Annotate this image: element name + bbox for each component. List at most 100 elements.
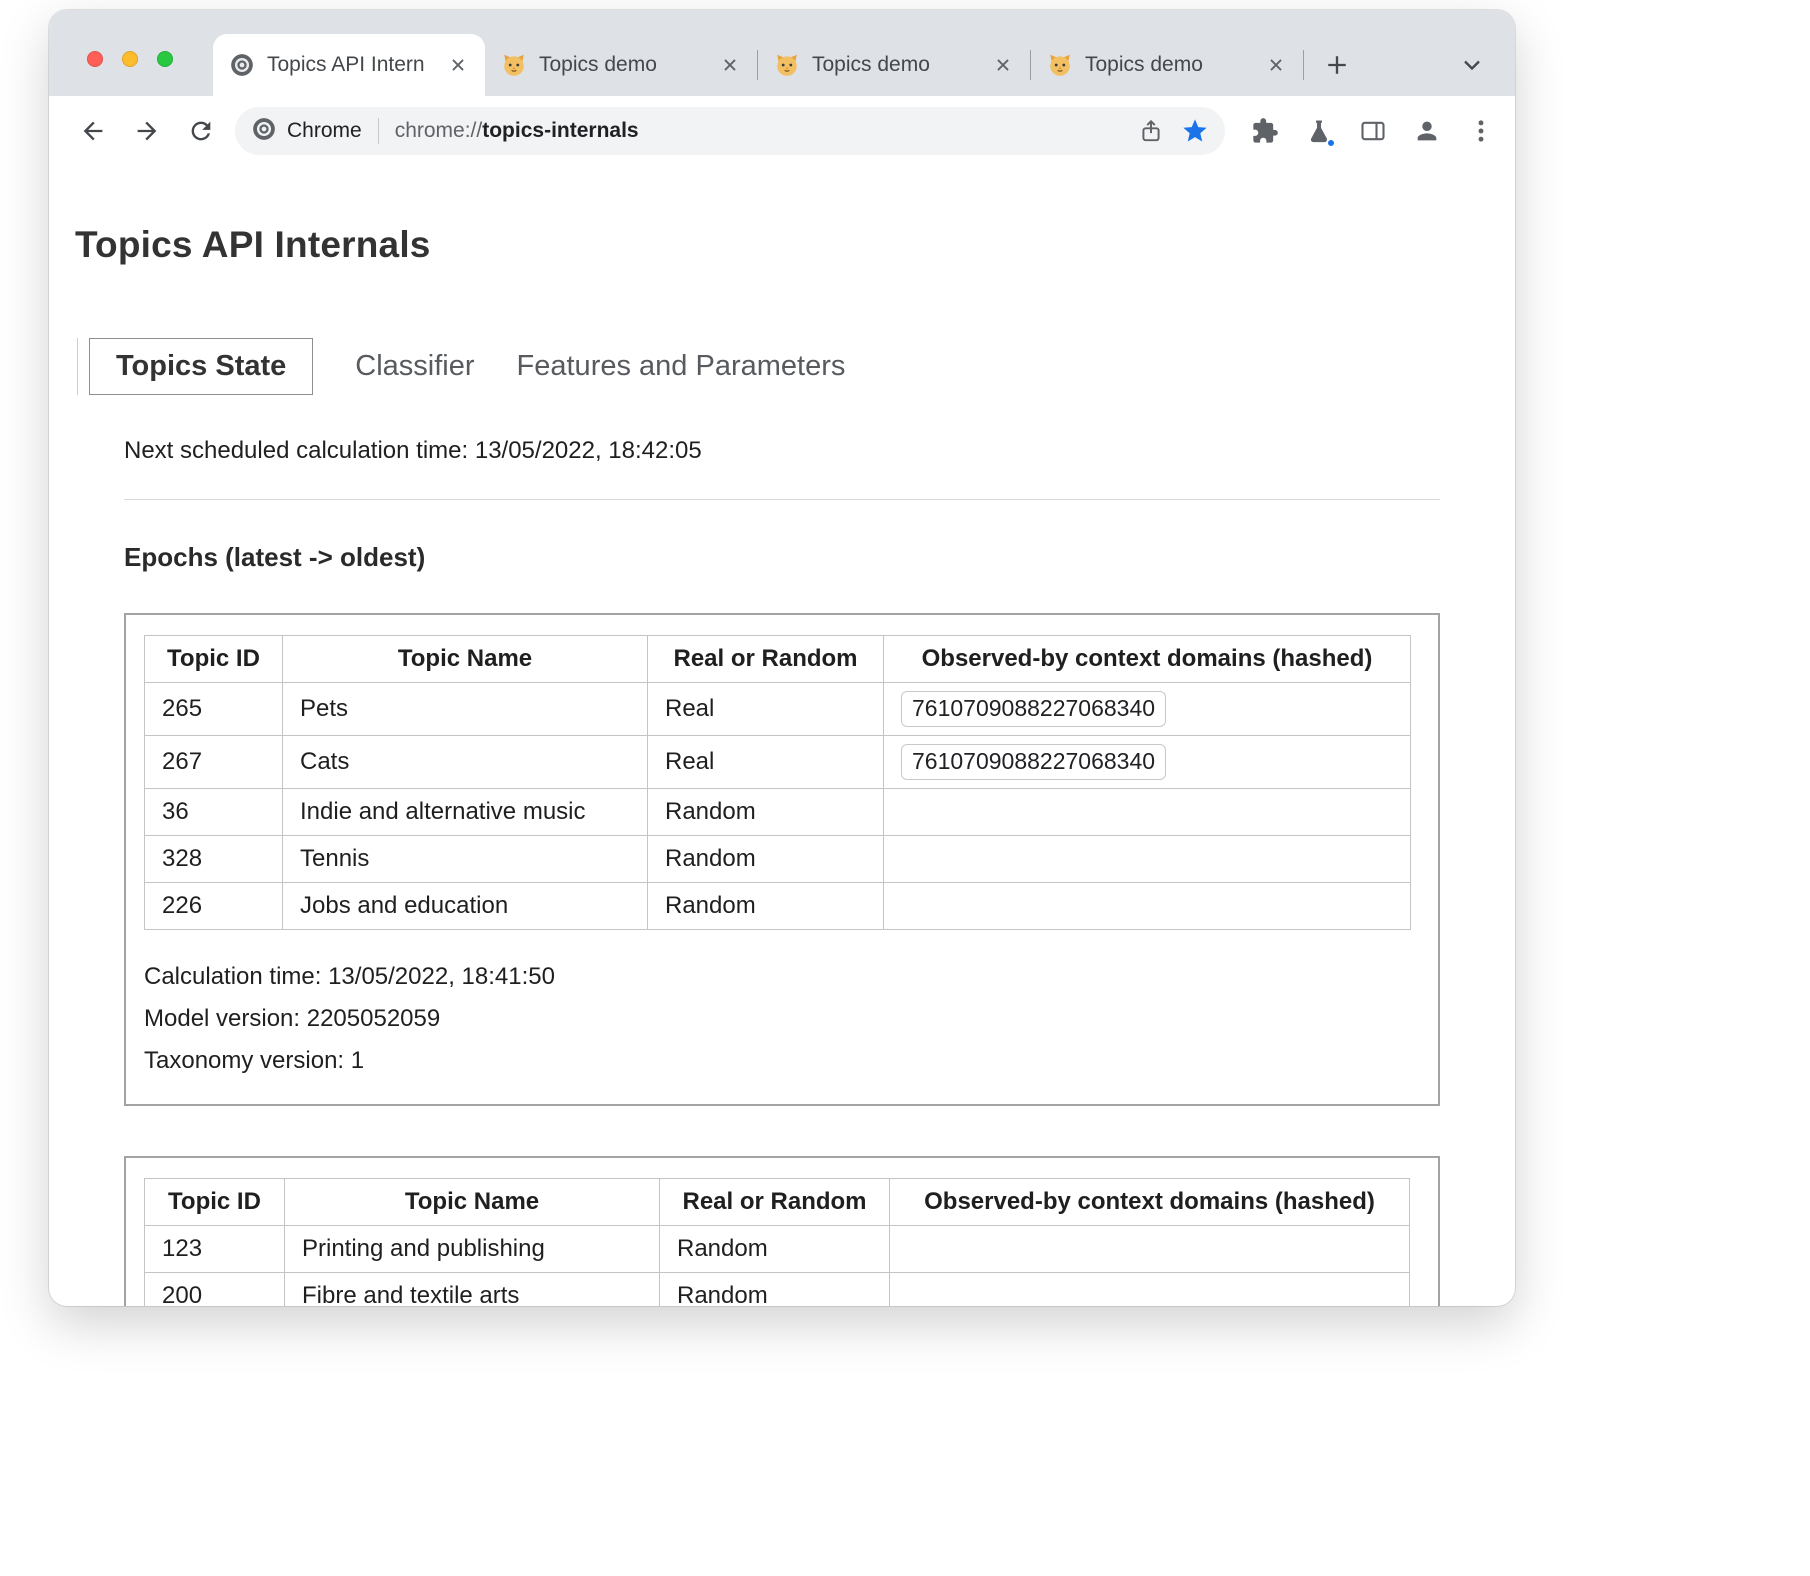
col-topic-id: Topic ID [145,1179,285,1226]
browser-toolbar: Chrome chrome://topics-internals [49,96,1515,166]
col-observed-by: Observed-by context domains (hashed) [884,636,1411,683]
epochs-heading: Epochs (latest -> oldest) [124,542,1440,573]
tab-strip: Topics API Intern Topics demo [49,10,1515,96]
side-panel-button[interactable] [1347,105,1399,157]
chrome-labs-button[interactable] [1293,105,1345,157]
page-title: Topics API Internals [75,224,1515,266]
cat-icon [1047,52,1073,78]
table-row: 267 Cats Real 7610709088227068340 [145,736,1411,789]
domains-cell: 7610709088227068340 [884,736,1411,789]
real-or-random-cell: Random [648,789,884,836]
url-host: topics-internals [482,119,638,142]
topic-id-cell: 267 [145,736,283,789]
browser-tab-topics-internals[interactable]: Topics API Intern [213,34,485,96]
domains-cell [884,789,1411,836]
reload-icon [187,117,215,145]
more-menu-icon [1467,117,1495,145]
address-bar[interactable]: Chrome chrome://topics-internals [235,107,1225,155]
epoch-box-older: Topic ID Topic Name Real or Random Obser… [124,1156,1440,1306]
extensions-button[interactable] [1239,105,1291,157]
site-label: Chrome [287,119,362,143]
tab-classifier[interactable]: Classifier [355,350,474,383]
omnibox-divider [378,118,379,144]
browser-tab-topics-demo-3[interactable]: Topics demo [1031,34,1303,96]
topic-id-cell: 226 [145,883,283,930]
cat-icon [774,52,800,78]
tab-title: Topics demo [812,53,990,77]
back-button[interactable] [67,105,119,157]
hashed-domain-chip[interactable]: 7610709088227068340 [901,744,1166,780]
table-row: 328 Tennis Random [145,836,1411,883]
profile-button[interactable] [1401,105,1453,157]
zoom-window-button[interactable] [157,51,173,67]
epoch-table: Topic ID Topic Name Real or Random Obser… [144,1178,1410,1306]
calculation-time: Calculation time: 13/05/2022, 18:41:50 [144,956,1418,998]
table-header-row: Topic ID Topic Name Real or Random Obser… [145,1179,1410,1226]
tab-title: Topics demo [1085,53,1263,77]
table-header-row: Topic ID Topic Name Real or Random Obser… [145,636,1411,683]
topic-name-cell: Printing and publishing [285,1226,660,1273]
reload-button[interactable] [175,105,227,157]
topic-id-cell: 123 [145,1226,285,1273]
close-icon[interactable] [1263,52,1289,78]
domains-cell: 7610709088227068340 [884,683,1411,736]
table-row: 226 Jobs and education Random [145,883,1411,930]
table-row: 36 Indie and alternative music Random [145,789,1411,836]
topic-id-cell: 328 [145,836,283,883]
domains-cell [884,883,1411,930]
domains-cell [890,1273,1410,1307]
topic-name-cell: Cats [283,736,648,789]
real-or-random-cell: Real [648,736,884,789]
real-or-random-cell: Random [660,1226,890,1273]
topic-id-cell: 200 [145,1273,285,1307]
col-topic-name: Topic Name [283,636,648,683]
browser-tab-topics-demo-2[interactable]: Topics demo [758,34,1030,96]
close-icon[interactable] [717,52,743,78]
next-calculation-time: Next scheduled calculation time: 13/05/2… [124,437,1440,465]
real-or-random-cell: Random [648,836,884,883]
tab-features-and-parameters[interactable]: Features and Parameters [517,350,846,383]
close-icon[interactable] [990,52,1016,78]
col-topic-id: Topic ID [145,636,283,683]
minimize-window-button[interactable] [122,51,138,67]
topic-id-cell: 265 [145,683,283,736]
topic-name-cell: Indie and alternative music [283,789,648,836]
forward-icon [133,117,161,145]
table-row: 265 Pets Real 7610709088227068340 [145,683,1411,736]
topic-name-cell: Jobs and education [283,883,648,930]
real-or-random-cell: Random [648,883,884,930]
forward-button[interactable] [121,105,173,157]
cat-icon [501,52,527,78]
tab-title: Topics API Intern [267,53,445,77]
tab-title: Topics demo [539,53,717,77]
share-icon [1138,118,1164,144]
more-menu-button[interactable] [1455,105,1507,157]
share-button[interactable] [1129,109,1173,153]
browser-window: Topics API Intern Topics demo [49,10,1515,1306]
model-version: Model version: 2205052059 [144,998,1418,1040]
url-scheme: chrome:// [395,119,483,142]
new-tab-button[interactable] [1320,48,1354,82]
close-window-button[interactable] [87,51,103,67]
page-tab-bar: Topics State Classifier Features and Par… [89,338,1515,395]
topic-name-cell: Tennis [283,836,648,883]
profile-avatar-icon [1413,117,1441,145]
tab-separator [1303,50,1304,80]
hashed-domain-chip[interactable]: 7610709088227068340 [901,691,1166,727]
tab-search-button[interactable] [1455,48,1489,82]
window-controls [87,51,173,67]
real-or-random-cell: Real [648,683,884,736]
close-icon[interactable] [445,52,471,78]
bookmark-button[interactable] [1173,109,1217,153]
tab-topics-state[interactable]: Topics State [89,338,313,395]
epoch-metadata: Calculation time: 13/05/2022, 18:41:50 M… [144,956,1418,1082]
browser-tab-topics-demo-1[interactable]: Topics demo [485,34,757,96]
taxonomy-version: Taxonomy version: 1 [144,1040,1418,1082]
url-text[interactable]: chrome://topics-internals [395,119,1129,143]
back-icon [79,117,107,145]
topic-name-cell: Pets [283,683,648,736]
topics-state-panel: Next scheduled calculation time: 13/05/2… [124,437,1440,1306]
topic-name-cell: Fibre and textile arts [285,1273,660,1307]
domains-cell [884,836,1411,883]
side-panel-icon [1359,117,1387,145]
